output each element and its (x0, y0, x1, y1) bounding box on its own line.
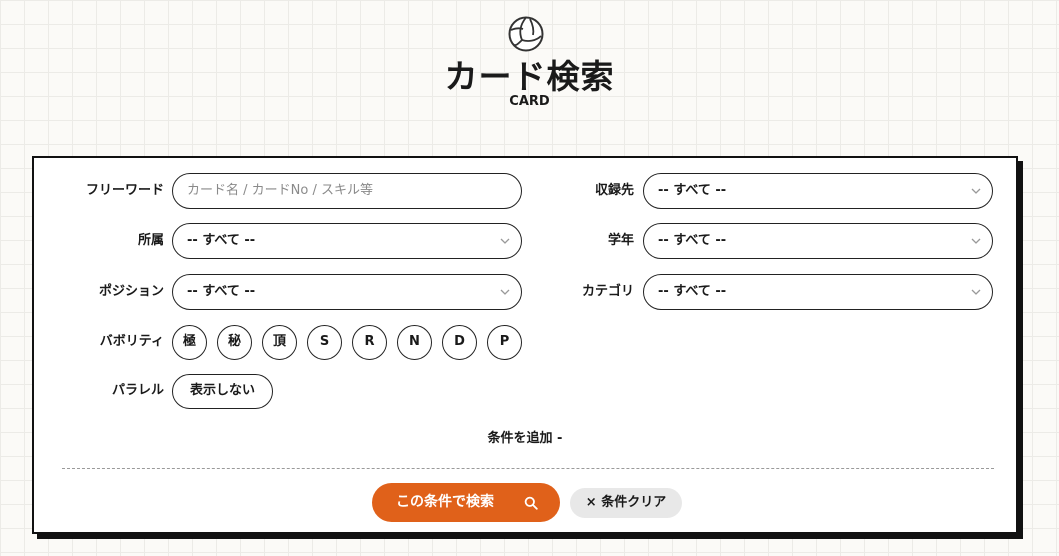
rarity-chip[interactable]: N (397, 325, 432, 360)
category-select[interactable]: -- すべて -- (643, 274, 993, 310)
free-word-placeholder: カード名 / カードNo / スキル等 (187, 183, 373, 198)
position-select[interactable]: -- すべて -- (172, 274, 522, 310)
affiliation-value: -- すべて -- (187, 233, 256, 248)
recorded-in-label: 収録先 (594, 183, 634, 198)
rarity-chip[interactable]: R (352, 325, 387, 360)
category-value: -- すべて -- (658, 284, 727, 299)
search-icon (524, 496, 538, 510)
position-value: -- すべて -- (187, 284, 256, 299)
search-button[interactable]: この条件で検索 (372, 483, 560, 522)
grade-select[interactable]: -- すべて -- (643, 223, 993, 259)
affiliation-label: 所属 (137, 233, 164, 248)
search-button-label: この条件で検索 (396, 494, 494, 510)
chevron-down-icon (971, 188, 981, 194)
volleyball-icon (508, 16, 544, 52)
rarity-chip[interactable]: 秘 (217, 325, 252, 360)
category-label: カテゴリ (581, 284, 634, 299)
rarity-chip[interactable]: P (487, 325, 522, 360)
free-word-label: フリーワード (85, 183, 164, 198)
chevron-down-icon (971, 238, 981, 244)
rarity-chip[interactable]: S (307, 325, 342, 360)
parallel-label: パラレル (111, 383, 164, 398)
grade-label: 学年 (607, 233, 634, 248)
free-word-input[interactable]: カード名 / カードNo / スキル等 (172, 173, 522, 209)
rarity-label: バボリティ (99, 334, 164, 349)
rarity-chip[interactable]: D (442, 325, 477, 360)
page-title: カード検索 (444, 57, 615, 96)
add-condition-toggle[interactable]: 条件を追加 - (34, 430, 1016, 448)
clear-conditions-button[interactable]: × 条件クリア (570, 488, 682, 518)
recorded-in-value: -- すべて -- (658, 183, 727, 198)
rarity-chip[interactable]: 頂 (262, 325, 297, 360)
parallel-toggle[interactable]: 表示しない (172, 374, 273, 409)
grade-value: -- すべて -- (658, 233, 727, 248)
page-subtitle: CARD (509, 94, 550, 109)
affiliation-select[interactable]: -- すべて -- (172, 223, 522, 259)
rarity-chip[interactable]: 極 (172, 325, 207, 360)
search-panel: フリーワード カード名 / カードNo / スキル等 収録先 -- すべて --… (32, 156, 1018, 534)
recorded-in-select[interactable]: -- すべて -- (643, 173, 993, 209)
chevron-down-icon (971, 289, 981, 295)
position-label: ポジション (98, 284, 164, 299)
divider (62, 468, 994, 469)
